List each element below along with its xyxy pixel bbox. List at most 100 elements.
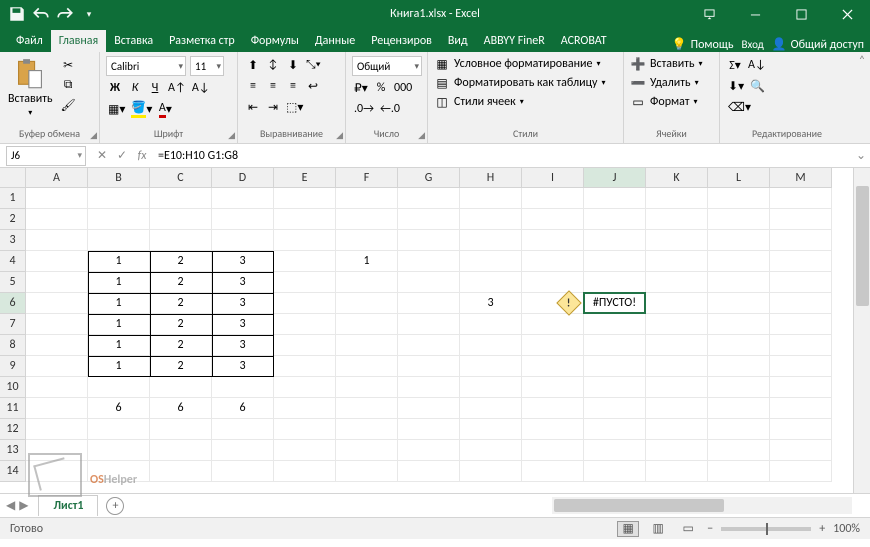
cell-M5[interactable] (770, 272, 832, 293)
cell-F10[interactable] (336, 377, 398, 398)
cell-D1[interactable] (212, 188, 274, 209)
cell-B14[interactable] (88, 461, 150, 482)
cell-F9[interactable] (336, 356, 398, 377)
cell-M6[interactable] (770, 293, 832, 314)
cell-A12[interactable] (26, 419, 88, 440)
cell-K7[interactable] (646, 314, 708, 335)
horizontal-scrollbar[interactable] (552, 497, 852, 514)
orientation-button[interactable]: ⤡▾ (304, 56, 323, 74)
cell-C3[interactable] (150, 230, 212, 251)
tab-abbyy[interactable]: ABBYY FineR (476, 30, 553, 52)
cell-A5[interactable] (26, 272, 88, 293)
zoom-out-button[interactable]: − (707, 522, 713, 536)
cell-J8[interactable] (584, 335, 646, 356)
cell-C2[interactable] (150, 209, 212, 230)
cell-A13[interactable] (26, 440, 88, 461)
cell-C11[interactable]: 6 (150, 398, 212, 419)
cell-F2[interactable] (336, 209, 398, 230)
align-left-button[interactable]: ≡ (244, 77, 262, 95)
zoom-in-button[interactable]: + (819, 522, 825, 536)
row-header-6[interactable]: 6 (0, 293, 26, 314)
cell-F12[interactable] (336, 419, 398, 440)
row-header-4[interactable]: 4 (0, 251, 26, 272)
fill-color-button[interactable]: 🪣▾ (129, 100, 154, 118)
cell-J5[interactable] (584, 272, 646, 293)
cell-B7[interactable]: 1 (88, 314, 150, 335)
row-header-13[interactable]: 13 (0, 440, 26, 461)
cell-B11[interactable]: 6 (88, 398, 150, 419)
clear-button[interactable]: ⌫▾ (726, 98, 753, 116)
row-header-3[interactable]: 3 (0, 230, 26, 251)
cell-L11[interactable] (708, 398, 770, 419)
ribbon-options-icon[interactable] (686, 0, 732, 28)
cell-B5[interactable]: 1 (88, 272, 150, 293)
cell-C4[interactable]: 2 (150, 251, 212, 272)
cell-I13[interactable] (522, 440, 584, 461)
cell-L13[interactable] (708, 440, 770, 461)
tab-file[interactable]: Файл (8, 30, 51, 52)
cell-H9[interactable] (460, 356, 522, 377)
cell-K12[interactable] (646, 419, 708, 440)
align-right-button[interactable]: ≡ (284, 77, 302, 95)
increase-font-button[interactable]: A↑ (166, 79, 188, 97)
cell-D13[interactable] (212, 440, 274, 461)
currency-button[interactable]: ₽▾ (352, 79, 370, 97)
col-header-G[interactable]: G (398, 168, 460, 188)
cell-B9[interactable]: 1 (88, 356, 150, 377)
number-format-select[interactable]: Общий (352, 56, 422, 76)
v-scroll-thumb[interactable] (856, 186, 869, 306)
enter-formula-icon[interactable]: ✓ (112, 148, 132, 163)
cell-B1[interactable] (88, 188, 150, 209)
row-header-11[interactable]: 11 (0, 398, 26, 419)
cell-H14[interactable] (460, 461, 522, 482)
cell-D5[interactable]: 3 (212, 272, 274, 293)
cell-I9[interactable] (522, 356, 584, 377)
cell-I5[interactable] (522, 272, 584, 293)
cell-H6[interactable]: 3 (460, 293, 522, 314)
format-painter-button[interactable]: 🖌 (59, 96, 78, 114)
cell-G11[interactable] (398, 398, 460, 419)
tab-review[interactable]: Рецензиров (363, 30, 440, 52)
cell-I14[interactable] (522, 461, 584, 482)
cell-F7[interactable] (336, 314, 398, 335)
cell-H10[interactable] (460, 377, 522, 398)
row-header-5[interactable]: 5 (0, 272, 26, 293)
cell-B2[interactable] (88, 209, 150, 230)
cell-M2[interactable] (770, 209, 832, 230)
cell-I1[interactable] (522, 188, 584, 209)
cancel-formula-icon[interactable]: ✕ (92, 148, 112, 163)
cell-L5[interactable] (708, 272, 770, 293)
cell-F4[interactable]: 1 (336, 251, 398, 272)
normal-view-button[interactable]: ▦ (617, 521, 639, 537)
cell-L7[interactable] (708, 314, 770, 335)
autosum-button[interactable]: Σ▾ (726, 56, 744, 74)
cell-A11[interactable] (26, 398, 88, 419)
increase-indent-button[interactable]: ⇥ (264, 98, 282, 116)
cell-K3[interactable] (646, 230, 708, 251)
cell-M1[interactable] (770, 188, 832, 209)
cell-D10[interactable] (212, 377, 274, 398)
cell-M11[interactable] (770, 398, 832, 419)
cell-G10[interactable] (398, 377, 460, 398)
col-header-M[interactable]: M (770, 168, 832, 188)
cell-E10[interactable] (274, 377, 336, 398)
cell-C9[interactable]: 2 (150, 356, 212, 377)
cell-A2[interactable] (26, 209, 88, 230)
merge-button[interactable]: ⬚▾ (284, 98, 305, 116)
percent-button[interactable]: % (372, 79, 390, 97)
sort-filter-button[interactable]: A↓ (746, 56, 768, 74)
comma-button[interactable]: 000 (392, 79, 414, 97)
cell-I11[interactable] (522, 398, 584, 419)
cell-M13[interactable] (770, 440, 832, 461)
clipboard-launcher-icon[interactable]: ◢ (90, 130, 97, 141)
cell-L1[interactable] (708, 188, 770, 209)
cell-E5[interactable] (274, 272, 336, 293)
cell-F6[interactable] (336, 293, 398, 314)
copy-button[interactable]: ⧉ (59, 76, 78, 94)
tab-scroll-left-icon[interactable]: ◀ (6, 498, 15, 513)
cell-C5[interactable]: 2 (150, 272, 212, 293)
tab-formulas[interactable]: Формулы (243, 30, 307, 52)
page-break-view-button[interactable]: ▭ (677, 521, 699, 537)
col-header-D[interactable]: D (212, 168, 274, 188)
undo-icon[interactable] (32, 5, 50, 23)
